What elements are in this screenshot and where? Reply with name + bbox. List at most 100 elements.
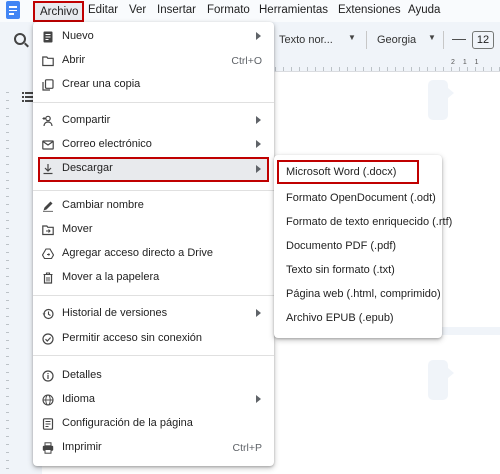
chevron-right-icon [256,140,261,148]
chevron-right-icon [256,309,261,317]
menu-item-acceso-directo[interactable]: Agregar acceso directo a Drive [33,242,274,266]
menu-item-label: Mover a la papelera [62,271,160,283]
globe-icon [42,394,54,406]
menu-formato[interactable]: Formato [207,4,250,16]
menu-item-label: Nuevo [62,30,94,42]
download-submenu: Microsoft Word (.docx) Formato OpenDocum… [274,155,452,338]
menu-item-abrir[interactable]: Abrir Ctrl+O [33,49,274,73]
document-icon [42,31,54,43]
vertical-ruler[interactable] [0,72,14,474]
horizontal-ruler[interactable]: 2 1 1 [275,58,500,72]
submenu-item-pdf[interactable]: Documento PDF (.pdf) [274,234,442,258]
submenu-item-epub[interactable]: Archivo EPUB (.epub) [274,306,442,330]
menu-item-detalles[interactable]: Detalles [33,364,274,388]
menu-insertar[interactable]: Insertar [157,4,196,16]
menu-item-imprimir[interactable]: Imprimir Ctrl+P [33,436,274,460]
comment-marker [428,360,454,400]
menu-item-historial[interactable]: Historial de versiones [33,302,274,326]
docs-logo-icon[interactable] [6,1,20,19]
toolbar-divider [366,31,367,49]
submenu-item-label: Documento PDF (.pdf) [286,240,397,252]
menu-extensiones[interactable]: Extensiones [338,4,401,16]
paragraph-style-select[interactable]: Texto nor... [279,34,333,46]
menu-divider [33,102,274,103]
mail-icon [42,139,54,151]
menu-divider [33,295,274,296]
submenu-item-label: Formato OpenDocument (.odt) [286,192,436,204]
menu-item-label: Abrir [62,54,86,66]
person-add-icon [42,115,54,127]
print-icon [42,442,54,454]
chevron-down-icon[interactable]: ▼ [428,33,436,42]
font-size-input[interactable]: 12 [472,31,494,49]
menu-item-label: Historial de versiones [62,307,168,319]
menu-item-crear-copia[interactable]: Crear una copia [33,73,274,97]
submenu-item-txt[interactable]: Texto sin formato (.txt) [274,258,442,282]
menu-item-cambiar-nombre[interactable]: Cambiar nombre [33,194,274,218]
submenu-item-label: Microsoft Word (.docx) [286,166,397,178]
chevron-right-icon [256,32,261,40]
menu-item-idioma[interactable]: Idioma [33,388,274,412]
submenu-item-rtf[interactable]: Formato de texto enriquecido (.rtf) [274,210,452,234]
menu-archivo[interactable]: Archivo [33,1,85,22]
menu-item-label: Descargar [62,162,113,174]
ruler-numbers: 2 1 1 [451,59,482,66]
menu-item-label: Imprimir [62,441,102,453]
menu-item-label: Mover [62,223,93,235]
menu-item-label: Agregar acceso directo a Drive [62,247,214,259]
chevron-down-icon[interactable]: ▼ [348,33,356,42]
menu-ver[interactable]: Ver [129,4,146,16]
menu-item-label: Compartir [62,114,111,126]
submenu-item-docx[interactable]: Microsoft Word (.docx) [277,160,419,184]
comment-marker [428,80,454,120]
move-folder-icon [42,224,54,236]
menu-item-label: Correo electrónico [62,138,152,150]
menu-item-nuevo[interactable]: Nuevo [33,25,274,49]
chevron-right-icon [256,165,261,173]
page-setup-icon [42,418,54,430]
submenu-item-odt[interactable]: Formato OpenDocument (.odt) [274,186,442,210]
toolbar-divider [443,31,444,49]
submenu-item-label: Texto sin formato (.txt) [286,264,395,276]
menu-ayuda[interactable]: Ayuda [408,4,440,16]
menu-item-configuracion[interactable]: Configuración de la página [33,412,274,436]
chevron-right-icon [256,395,261,403]
menu-divider [33,355,274,356]
ruler-ticks [275,67,500,71]
menu-item-descargar[interactable]: Descargar [38,157,269,182]
offline-icon [42,333,54,345]
font-family-select[interactable]: Georgia [377,34,416,46]
edit-icon [42,200,54,212]
menu-item-sin-conexion[interactable]: Permitir acceso sin conexión [33,327,274,351]
menu-item-label: Permitir acceso sin conexión [62,332,203,344]
history-icon [42,308,54,320]
menu-item-label: Configuración de la página [62,417,193,429]
shortcut-label: Ctrl+P [232,442,262,454]
menu-item-label: Detalles [62,369,102,381]
menu-item-label: Crear una copia [62,78,141,90]
menu-item-label: Idioma [62,393,96,405]
menu-item-mover[interactable]: Mover [33,218,274,242]
search-menus-icon[interactable] [14,33,26,45]
file-menu: Nuevo Abrir Ctrl+O Crear una copia Compa… [33,22,274,466]
menu-herramientas[interactable]: Herramientas [259,4,328,16]
menu-item-compartir[interactable]: Compartir [33,109,274,133]
menu-bar: Archivo Editar Ver Insertar Formato Herr… [0,0,500,22]
submenu-item-label: Página web (.html, comprimido) [286,288,441,300]
copy-icon [42,79,54,91]
menu-item-papelera[interactable]: Mover a la papelera [33,266,274,290]
ruler-ticks [6,92,9,472]
folder-icon [42,55,54,67]
download-icon [42,163,54,175]
menu-editar[interactable]: Editar [88,4,118,16]
decrease-font-size-button[interactable]: — [452,30,466,46]
menu-divider [33,190,274,191]
drive-shortcut-icon [42,248,54,260]
chevron-right-icon [256,116,261,124]
trash-icon [42,272,54,284]
info-icon [42,370,54,382]
menu-item-correo[interactable]: Correo electrónico [33,133,274,157]
menu-item-label: Cambiar nombre [62,199,144,211]
submenu-item-label: Formato de texto enriquecido (.rtf) [286,216,453,228]
submenu-item-html[interactable]: Página web (.html, comprimido) [274,282,442,306]
